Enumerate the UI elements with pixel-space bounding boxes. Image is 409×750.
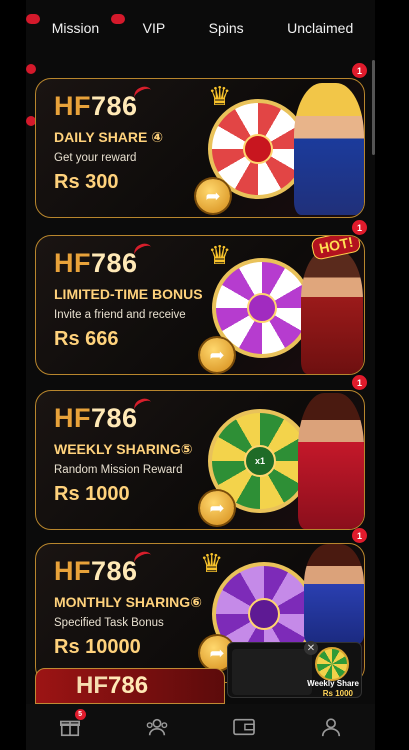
character-illustration: [301, 250, 363, 374]
top-tab-bar: Mission VIP Spins Unclaimed: [26, 0, 375, 56]
share-arrow-button[interactable]: ➦: [196, 179, 230, 213]
character-illustration: [294, 83, 364, 215]
card-price: Rs 300: [54, 171, 119, 193]
share-arrow-button[interactable]: ➦: [200, 338, 234, 372]
bottom-navigation: 5: [26, 704, 375, 750]
brand-logo: HF786: [54, 548, 154, 587]
card-subtitle: Random Mission Reward: [54, 464, 183, 476]
card-badge: 1: [352, 375, 367, 390]
character-illustration: [304, 544, 364, 644]
mission-card-partial[interactable]: HF786: [35, 668, 225, 704]
brand-logo: HF786: [54, 240, 154, 279]
card-price: Rs 1000: [54, 483, 130, 505]
people-icon: [146, 718, 168, 736]
card-title: LIMITED-TIME BONUS: [54, 286, 203, 302]
close-icon[interactable]: ✕: [304, 641, 318, 655]
share-arrow-button[interactable]: ➦: [200, 491, 234, 525]
mission-card-weekly-sharing[interactable]: HF786 WEEKLY SHARING⑤ Random Mission Rew…: [35, 390, 365, 530]
tab-spins[interactable]: Spins: [207, 16, 246, 40]
tab-notification-dot: [26, 14, 40, 24]
scrollbar[interactable]: [372, 60, 375, 155]
card-price: Rs 666: [54, 328, 119, 350]
nav-community[interactable]: [139, 709, 175, 745]
tab-unclaimed[interactable]: Unclaimed: [285, 16, 355, 40]
side-marker: [26, 64, 36, 74]
promo-screenshot: [232, 649, 312, 695]
brand-logo: HF786: [54, 83, 154, 122]
nav-badge: 5: [74, 709, 86, 720]
card-badge: 1: [352, 528, 367, 543]
character-illustration: [298, 393, 364, 529]
crown-icon: ♛: [200, 548, 224, 578]
promo-wheel: [315, 647, 349, 681]
mission-card-limited-bonus[interactable]: HF786 LIMITED-TIME BONUS Invite a friend…: [35, 235, 365, 375]
card-badge: 1: [352, 63, 367, 78]
card-subtitle: Invite a friend and receive: [54, 309, 186, 321]
crown-icon: ♛: [208, 81, 232, 111]
profile-icon: [322, 718, 341, 737]
tab-notification-dot: [111, 14, 125, 24]
mission-card-daily-share[interactable]: HF786 DAILY SHARE ④ Get your reward Rs 3…: [35, 78, 365, 218]
tab-mission[interactable]: Mission: [50, 16, 101, 40]
floating-promo-thumbnail[interactable]: Weekly Share Rs 1000: [227, 642, 362, 698]
card-subtitle: Get your reward: [54, 152, 137, 164]
card-title: MONTHLY SHARING⑥: [54, 594, 202, 610]
card-title: WEEKLY SHARING⑤: [54, 441, 193, 457]
card-title: DAILY SHARE ④: [54, 129, 164, 145]
brand-logo: HF786: [54, 395, 154, 434]
brand-logo: HF786: [76, 672, 149, 699]
card-subtitle: Specified Task Bonus: [54, 617, 164, 629]
wallet-icon: [233, 718, 255, 736]
tab-vip[interactable]: VIP: [141, 16, 168, 40]
nav-gift[interactable]: 5: [52, 709, 88, 745]
nav-wallet[interactable]: [226, 709, 262, 745]
crown-icon: ♛: [208, 240, 232, 270]
card-price: Rs 10000: [54, 636, 141, 658]
card-badge: 1: [352, 220, 367, 235]
promo-title: Weekly Share: [307, 679, 359, 688]
nav-profile[interactable]: [313, 709, 349, 745]
promo-price: Rs 1000: [322, 689, 353, 698]
